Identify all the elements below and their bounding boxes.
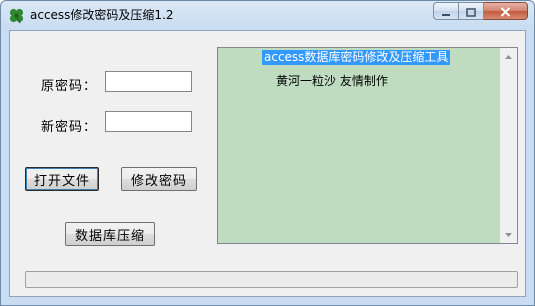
info-title-text: access数据库密码修改及压缩工具 bbox=[262, 50, 451, 65]
vertical-scrollbar[interactable] bbox=[500, 48, 517, 243]
close-button[interactable] bbox=[484, 2, 528, 20]
window-title: access修改密码及压缩1.2 bbox=[30, 8, 174, 22]
minimize-icon bbox=[441, 2, 451, 21]
app-window: access修改密码及压缩1.2 原密码： 新密码： 打开文件 修改密码 数据库… bbox=[0, 0, 535, 306]
maximize-icon bbox=[466, 2, 476, 21]
client-area: 原密码： 新密码： 打开文件 修改密码 数据库压缩 access数据库密码修改及… bbox=[9, 30, 526, 297]
scroll-down-button[interactable] bbox=[500, 226, 517, 243]
maximize-button[interactable] bbox=[459, 2, 484, 20]
scroll-up-button[interactable] bbox=[500, 48, 517, 65]
triangle-down-icon bbox=[505, 231, 512, 239]
info-textarea[interactable]: access数据库密码修改及压缩工具 黄河一粒沙 友情制作 bbox=[217, 47, 518, 244]
window-controls bbox=[433, 2, 528, 21]
four-leaf-clover-icon bbox=[8, 7, 25, 24]
info-author-text: 黄河一粒沙 友情制作 bbox=[276, 74, 388, 88]
info-text-content: access数据库密码修改及压缩工具 黄河一粒沙 友情制作 bbox=[218, 48, 500, 243]
old-password-label: 原密码： bbox=[41, 79, 98, 94]
new-password-field[interactable] bbox=[105, 111, 192, 132]
compress-database-button[interactable]: 数据库压缩 bbox=[65, 222, 155, 246]
close-icon bbox=[500, 2, 511, 21]
progress-bar bbox=[25, 271, 518, 288]
change-password-button[interactable]: 修改密码 bbox=[121, 167, 197, 191]
new-password-label: 新密码： bbox=[41, 120, 98, 135]
minimize-button[interactable] bbox=[433, 2, 459, 20]
old-password-field[interactable] bbox=[105, 71, 192, 92]
title-bar[interactable]: access修改密码及压缩1.2 bbox=[1, 1, 534, 30]
triangle-up-icon bbox=[505, 53, 512, 61]
open-file-button[interactable]: 打开文件 bbox=[25, 167, 99, 191]
